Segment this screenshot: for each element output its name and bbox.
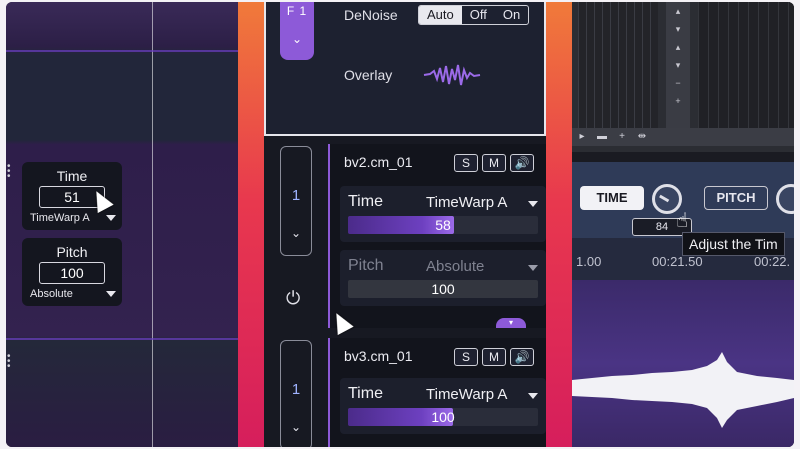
time-button[interactable]: TIME xyxy=(580,186,644,210)
grid-columns xyxy=(698,2,794,128)
track-list-panel: F 1 ⌄ DeNoise Auto Off On Overlay 1 ⌄ ⏻ … xyxy=(264,2,550,447)
chevron-down-icon[interactable]: ▾ xyxy=(666,20,690,38)
time-mode-label: TimeWarp A xyxy=(30,212,90,224)
track-panel: bv2.cm_01 S M 🔊 Time TimeWarp A 58 Pitch… xyxy=(328,144,550,328)
plus-icon[interactable]: + xyxy=(612,128,632,146)
waveform-area xyxy=(572,280,794,447)
time-slider-value: 58 xyxy=(435,217,451,233)
solo-button[interactable]: S xyxy=(454,348,478,366)
pitch-button[interactable]: PITCH xyxy=(704,186,768,210)
ruler-tick: 00:21.50 xyxy=(652,254,703,269)
scroll-controls: ▴ ▾ ▴ ▾ − + xyxy=(666,2,690,128)
track-lane-selector[interactable]: 1 ⌄ xyxy=(280,340,312,447)
track-name: bv2.cm_01 xyxy=(344,154,413,170)
chevron-up-icon[interactable]: ▴ xyxy=(666,38,690,56)
orange-divider xyxy=(238,2,264,447)
time-label: Time xyxy=(56,168,88,184)
expand-tab[interactable]: ▾ xyxy=(496,318,526,328)
pitch-card: Pitch 100 Absolute xyxy=(22,238,122,306)
play-icon[interactable]: ▸ xyxy=(572,128,592,146)
pitch-param: Pitch Absolute 100 xyxy=(340,250,546,306)
track-buttons: S M 🔊 xyxy=(454,348,534,366)
pitch-slider-value: 100 xyxy=(431,281,455,297)
pitch-mode-select[interactable]: Absolute xyxy=(22,284,122,306)
solo-button[interactable]: S xyxy=(454,154,478,172)
time-slider[interactable]: 58 xyxy=(348,216,538,234)
grid-band xyxy=(6,50,238,52)
denoise-segmented-control[interactable]: Auto Off On xyxy=(418,5,530,25)
zoom-toolbar: ▸ ▬ + ⇹ xyxy=(572,128,794,146)
track-row: 1 ⌄ ⏻ bv2.cm_01 S M 🔊 Time TimeWarp A 58… xyxy=(264,144,550,334)
pitch-label: Pitch xyxy=(56,244,88,260)
denoise-option-off[interactable]: Off xyxy=(462,6,495,24)
chevron-down-icon: ⌄ xyxy=(291,32,303,46)
denoise-option-auto[interactable]: Auto xyxy=(419,6,462,24)
ruler-tick: 1.00 xyxy=(576,254,602,269)
mute-button[interactable]: M xyxy=(482,154,506,172)
track-buttons: S M 🔊 xyxy=(454,154,534,172)
track-lane-number: 1 xyxy=(291,187,301,204)
arrangement-panel: ▴ ▾ ▴ ▾ − + ▸ ▬ + ⇹ TIME 84 PITCH ☝ 1.00 00… xyxy=(572,2,794,447)
pitch-mode-select[interactable]: Absolute xyxy=(426,258,484,275)
speaker-icon[interactable]: 🔊 xyxy=(510,154,534,172)
time-slider-value: 100 xyxy=(431,409,455,425)
time-param: Time TimeWarp A 100 xyxy=(340,378,546,434)
grid-line xyxy=(152,2,153,447)
screen: • • • • • • Time 51 TimeWarp A Pitch 100 Abs… xyxy=(6,2,794,447)
clip-settings-box: F 1 ⌄ DeNoise Auto Off On Overlay xyxy=(264,2,546,136)
tooltip: Adjust the Tim xyxy=(682,232,785,256)
track-panel: bv3.cm_01 S M 🔊 Time TimeWarp A 100 xyxy=(328,338,550,447)
time-param: Time TimeWarp A 58 xyxy=(340,186,546,242)
drag-handle-icon[interactable]: • • • xyxy=(7,162,13,182)
minus-icon[interactable]: − xyxy=(666,74,690,92)
drag-handle-icon[interactable]: • • • xyxy=(7,352,13,372)
time-mode-select[interactable]: TimeWarp A xyxy=(426,194,507,211)
time-mode-select[interactable]: TimeWarp A xyxy=(426,386,507,403)
denoise-option-on[interactable]: On xyxy=(495,6,528,24)
chevron-down-icon xyxy=(106,215,116,221)
track-lane-selector[interactable]: 1 ⌄ xyxy=(280,146,312,256)
pitch-slider[interactable]: 100 xyxy=(348,280,538,298)
pitch-mode-label: Absolute xyxy=(30,288,73,300)
time-mode-select[interactable]: TimeWarp A xyxy=(22,208,122,230)
speaker-icon[interactable]: 🔊 xyxy=(510,348,534,366)
overlay-label: Overlay xyxy=(344,67,393,83)
chevron-down-icon[interactable] xyxy=(528,201,538,207)
pitch-label: Pitch xyxy=(348,257,384,274)
grid-columns xyxy=(578,2,658,128)
f1-tab-label: F 1 xyxy=(286,4,308,18)
chevron-down-icon[interactable]: ▾ xyxy=(666,56,690,74)
f1-tab[interactable]: F 1 ⌄ xyxy=(280,2,314,60)
pitch-knob[interactable] xyxy=(776,184,794,214)
chevron-down-icon[interactable] xyxy=(528,393,538,399)
track-row: 1 ⌄ bv3.cm_01 S M 🔊 Time TimeWarp A 100 xyxy=(264,338,550,447)
minus-icon[interactable]: ▬ xyxy=(592,128,612,146)
time-slider[interactable]: 100 xyxy=(348,408,538,426)
power-icon[interactable]: ⏻ xyxy=(286,288,300,309)
ruler-tick: 00:22. xyxy=(754,254,791,269)
time-label: Time xyxy=(348,385,383,402)
chevron-down-icon[interactable] xyxy=(528,265,538,271)
fit-icon[interactable]: ⇹ xyxy=(632,128,652,146)
time-label: Time xyxy=(348,193,383,210)
denoise-label: DeNoise xyxy=(344,7,398,23)
arrangement-grid: ▴ ▾ ▴ ▾ − + ▸ ▬ + ⇹ xyxy=(572,2,794,152)
orange-divider xyxy=(546,2,572,447)
hand-cursor-icon: ☝ xyxy=(676,210,689,232)
mute-button[interactable]: M xyxy=(482,348,506,366)
chevron-up-icon[interactable]: ▴ xyxy=(666,2,690,20)
chevron-down-icon: ⌄ xyxy=(290,226,302,240)
chevron-down-icon: ⌄ xyxy=(290,420,302,434)
track-lane-number: 1 xyxy=(291,381,301,398)
plus-icon[interactable]: + xyxy=(666,92,690,110)
waveform-icon xyxy=(572,352,794,428)
overlay-waveform-icon[interactable] xyxy=(422,60,482,90)
left-clip-panel: • • • • • • Time 51 TimeWarp A Pitch 100 Abs… xyxy=(6,2,238,447)
chevron-down-icon xyxy=(106,291,116,297)
grid-band xyxy=(6,338,238,340)
track-name: bv3.cm_01 xyxy=(344,348,413,364)
pitch-value-field[interactable]: 100 xyxy=(39,262,105,284)
